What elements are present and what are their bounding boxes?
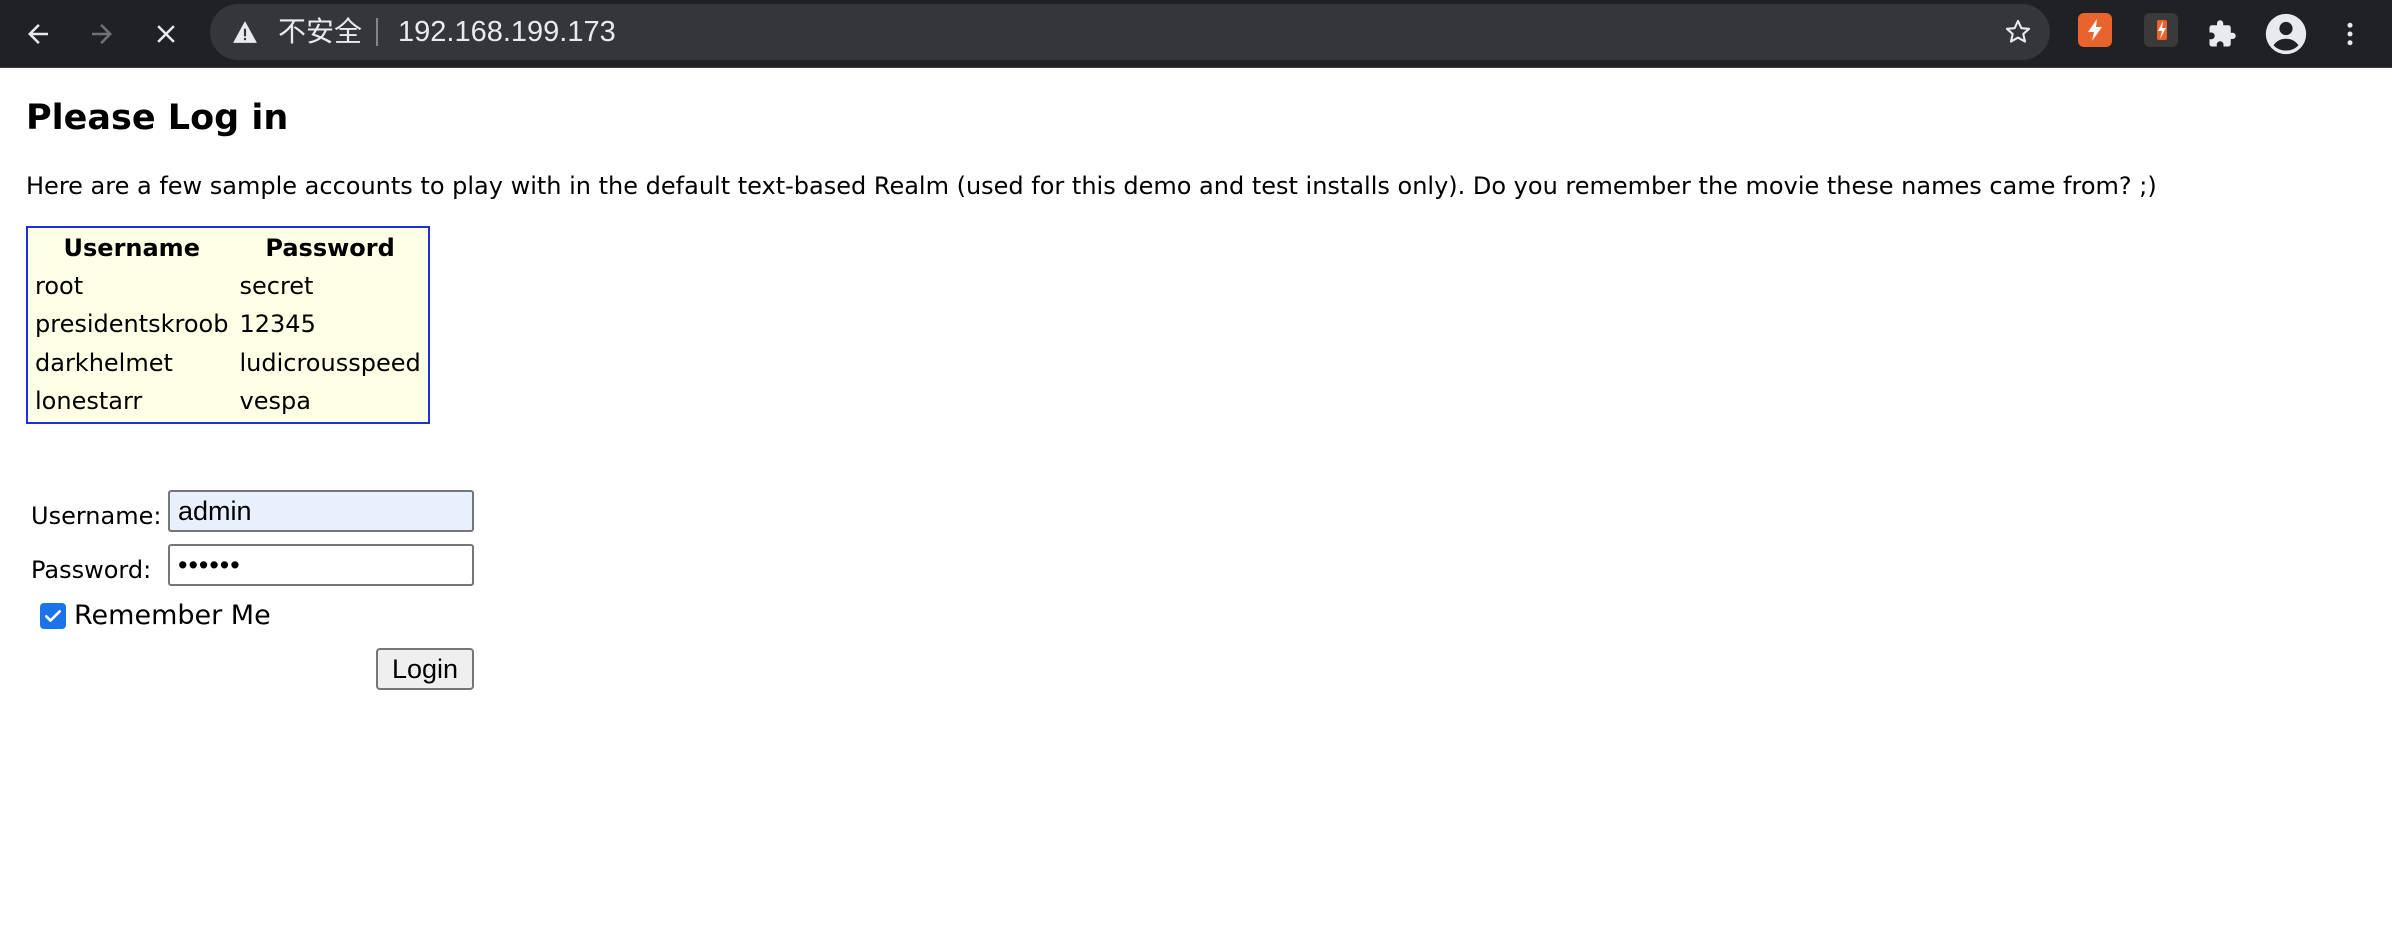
- username-label: Username:: [31, 502, 162, 530]
- password-cell: secret: [239, 271, 314, 300]
- table-header-row: Username Password: [31, 231, 425, 265]
- stop-loading-icon: [157, 25, 175, 43]
- remember-me-row: Remember Me: [40, 600, 271, 631]
- stop-loading-button[interactable]: [138, 6, 194, 62]
- username-cell: presidentskroob: [35, 310, 229, 339]
- forward-arrow-icon: [92, 24, 112, 44]
- table-row: presidentskroob 12345: [31, 307, 425, 343]
- browser-menu-button[interactable]: [2322, 6, 2378, 62]
- profile-icon: [2265, 13, 2307, 55]
- login-form: Username: Password: Remember Me Login: [26, 488, 486, 768]
- login-button[interactable]: Login: [376, 648, 474, 690]
- password-input[interactable]: [168, 544, 474, 586]
- warning-triangle-icon[interactable]: [232, 20, 258, 44]
- column-header-username: Username: [63, 234, 200, 262]
- sample-accounts-table: Username Password root secret presidents…: [26, 226, 430, 424]
- username-cell: darkhelmet: [35, 348, 173, 377]
- url-text[interactable]: 192.168.199.173: [398, 4, 616, 60]
- kebab-menu-icon: [2347, 22, 2353, 46]
- puzzle-icon: [2209, 20, 2236, 47]
- profile-button[interactable]: [2258, 6, 2314, 62]
- password-label: Password:: [31, 556, 152, 584]
- username-cell: root: [35, 271, 84, 300]
- back-arrow-icon: [28, 24, 48, 44]
- remember-me-checkbox[interactable]: [40, 602, 66, 629]
- table-row: lonestarr vespa: [31, 384, 425, 420]
- extension-button-1[interactable]: [2078, 13, 2112, 47]
- omnibox-divider: [376, 18, 378, 46]
- username-input[interactable]: [168, 490, 474, 532]
- checkmark-icon: [45, 609, 62, 622]
- page-title: Please Log in: [26, 98, 289, 138]
- security-status-label[interactable]: 不安全: [278, 4, 362, 60]
- password-cell: ludicrousspeed: [239, 348, 421, 377]
- lightning-bolt-icon: [2157, 20, 2167, 40]
- browser-toolbar: 不安全 192.168.199.173: [0, 0, 2392, 68]
- back-button[interactable]: [10, 6, 66, 62]
- username-cell: lonestarr: [35, 387, 143, 416]
- bookmark-star-icon[interactable]: [2004, 18, 2032, 46]
- intro-text: Here are a few sample accounts to play w…: [26, 172, 2157, 200]
- table-row: root secret: [31, 268, 425, 304]
- remember-me-label[interactable]: Remember Me: [74, 600, 271, 631]
- password-cell: 12345: [239, 310, 316, 339]
- password-cell: vespa: [239, 387, 311, 416]
- extension-button-2[interactable]: [2144, 13, 2178, 47]
- address-bar[interactable]: 不安全 192.168.199.173: [210, 4, 2050, 60]
- table-row: darkhelmet ludicrousspeed: [31, 345, 425, 381]
- forward-button[interactable]: [74, 6, 130, 62]
- column-header-password: Password: [265, 234, 395, 262]
- lightning-bolt-icon: [2088, 19, 2102, 41]
- extensions-menu-button[interactable]: [2194, 6, 2250, 62]
